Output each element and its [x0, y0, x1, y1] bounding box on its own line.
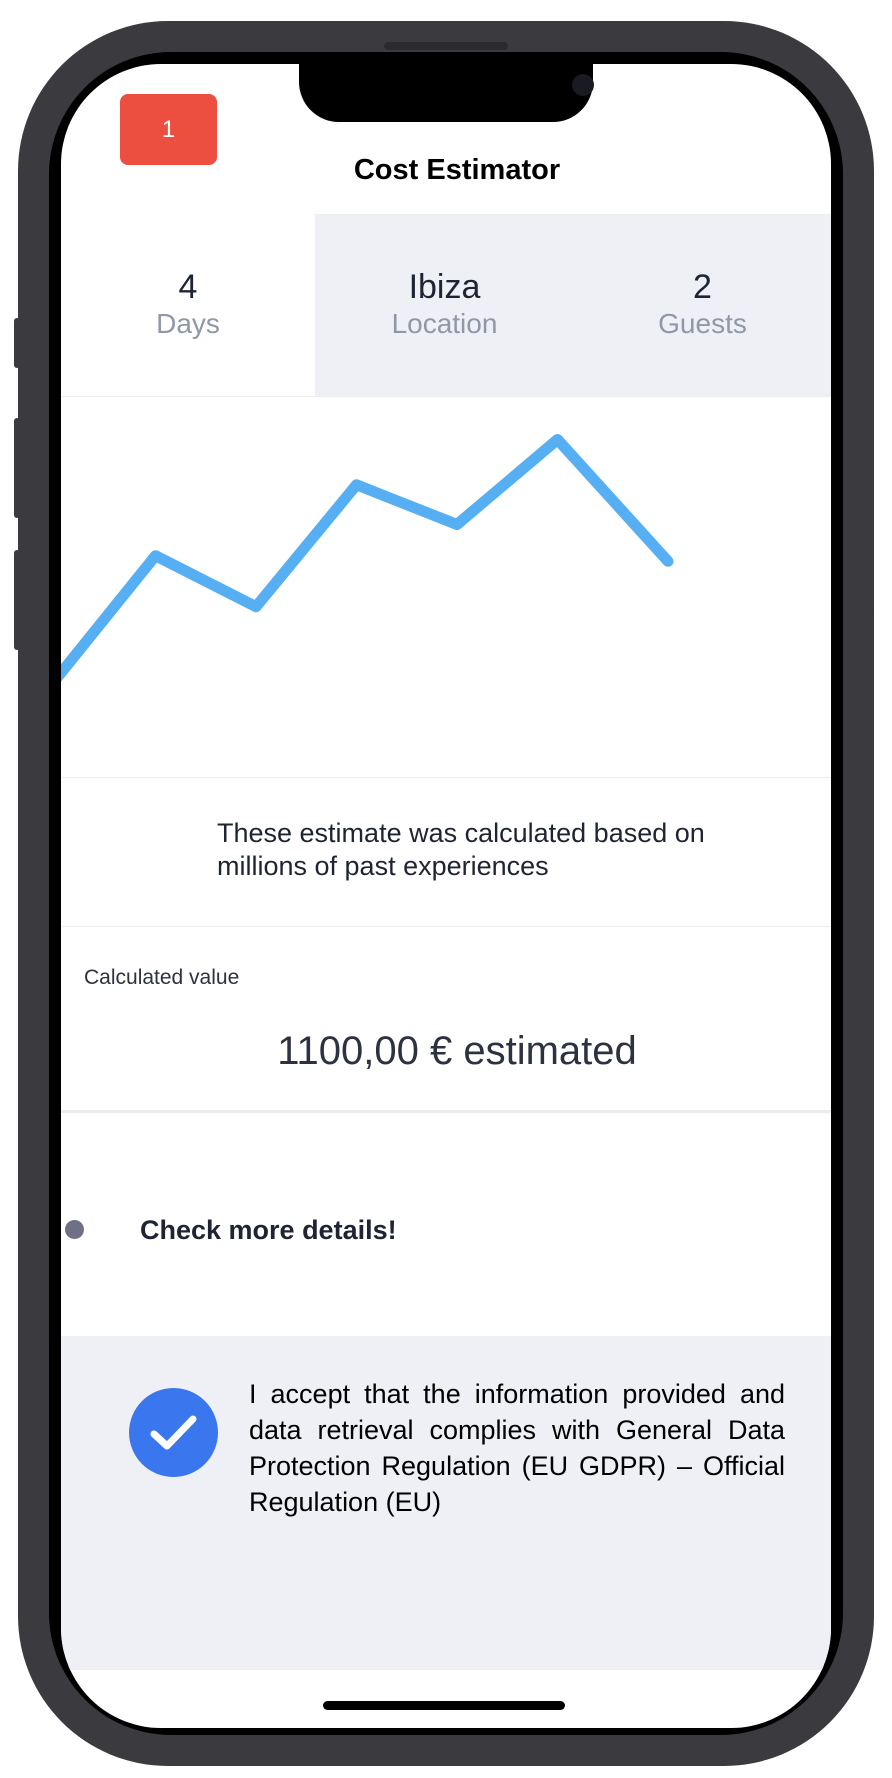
- cost-trend-chart: [61, 434, 831, 778]
- consent-checkbox[interactable]: [129, 1388, 218, 1477]
- calculated-value: 1100,00 € estimated: [277, 1029, 637, 1073]
- stat-days[interactable]: 4 Days: [61, 214, 315, 396]
- stat-location-value: Ibiza: [408, 268, 481, 306]
- stat-days-label: Days: [156, 308, 220, 339]
- phone-speaker: [384, 42, 508, 50]
- phone-side-button: [14, 550, 20, 650]
- bullet-dot-icon: [65, 1220, 84, 1239]
- stat-days-value: 4: [178, 268, 198, 306]
- phone-side-button: [14, 418, 20, 518]
- gdpr-consent-panel: I accept that the information provided a…: [61, 1336, 831, 1670]
- app-screen: 1 Cost Estimator 4 Days Ibiza Location 2…: [61, 64, 831, 1728]
- page-title: Cost Estimator: [353, 154, 561, 186]
- stat-location-label: Location: [391, 308, 498, 339]
- estimate-info-text: These estimate was calculated based on m…: [217, 818, 705, 881]
- phone-notch: [299, 64, 594, 122]
- stat-guests-label: Guests: [658, 308, 747, 339]
- home-indicator[interactable]: [323, 1701, 565, 1710]
- consent-text: I accept that the information provided a…: [249, 1379, 785, 1517]
- trip-summary: 4 Days Ibiza Location 2 Guests: [61, 214, 831, 397]
- check-details-link[interactable]: Check more details!: [140, 1215, 397, 1246]
- phone-side-button: [868, 455, 874, 615]
- phone-side-button: [14, 318, 20, 368]
- checkmark-icon: [150, 1415, 197, 1450]
- stat-guests-value: 2: [693, 268, 712, 306]
- section-divider: [61, 926, 831, 927]
- stat-guests[interactable]: 2 Guests: [574, 214, 831, 396]
- section-divider: [61, 1110, 831, 1113]
- chart-series-line: [61, 434, 674, 682]
- stat-location[interactable]: Ibiza Location: [315, 214, 574, 396]
- camera-icon: [572, 74, 594, 96]
- calculated-value-label: Calculated value: [84, 966, 240, 989]
